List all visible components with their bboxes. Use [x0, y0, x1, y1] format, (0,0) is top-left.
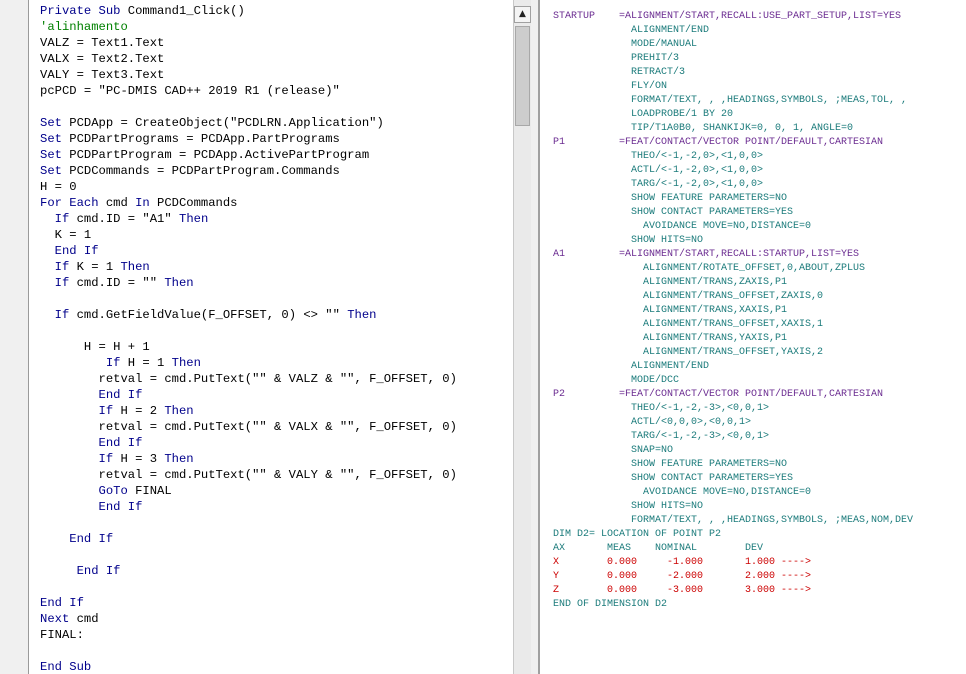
editor-margin	[0, 0, 29, 674]
code-line[interactable]	[40, 99, 457, 115]
pcdmis-line: DIM D2= LOCATION OF POINT P2	[553, 529, 722, 540]
pcdmis-line: MODE/DCC	[553, 375, 680, 386]
code-line[interactable]: VALX = Text2.Text	[40, 51, 457, 67]
code-line[interactable]: End If	[40, 499, 457, 515]
code-line[interactable]: Set PCDPartPrograms = PCDApp.PartProgram…	[40, 131, 457, 147]
code-line[interactable]: If cmd.ID = "" Then	[40, 275, 457, 291]
code-line[interactable]: If K = 1 Then	[40, 259, 457, 275]
code-line[interactable]: Set PCDCommands = PCDPartProgram.Command…	[40, 163, 457, 179]
pcdmis-line: STARTUP =ALIGNMENT/START,RECALL:USE_PART…	[553, 11, 902, 22]
scroll-up-arrow-icon[interactable]: ▲	[514, 6, 531, 23]
code-line[interactable]: FINAL:	[40, 627, 457, 643]
pcdmis-line: PREHIT/3	[553, 53, 680, 64]
pcdmis-line: ALIGNMENT/TRANS_OFFSET,YAXIS,2	[553, 347, 824, 358]
pcdmis-line: TARG/<-1,-2,-3>,<0,0,1>	[553, 431, 770, 442]
code-line[interactable]: End If	[40, 435, 457, 451]
code-line[interactable]: Set PCDPartProgram = PCDApp.ActivePartPr…	[40, 147, 457, 163]
code-line[interactable]: VALY = Text3.Text	[40, 67, 457, 83]
pcdmis-line: END OF DIMENSION D2	[553, 599, 668, 610]
code-area[interactable]: Private Sub Command1_Click()'alinhamento…	[40, 3, 457, 674]
code-line[interactable]: K = 1	[40, 227, 457, 243]
code-line[interactable]	[40, 547, 457, 563]
pcdmis-line: FLY/ON	[553, 81, 668, 92]
code-line[interactable]: retval = cmd.PutText("" & VALX & "", F_O…	[40, 419, 457, 435]
code-line[interactable]: H = H + 1	[40, 339, 457, 355]
code-line[interactable]: For Each cmd In PCDCommands	[40, 195, 457, 211]
pcdmis-line: AVOIDANCE MOVE=NO,DISTANCE=0	[553, 221, 812, 232]
code-line[interactable]: GoTo FINAL	[40, 483, 457, 499]
pcdmis-line: THEO/<-1,-2,-3>,<0,0,1>	[553, 403, 770, 414]
pcdmis-line: ALIGNMENT/TRANS,ZAXIS,P1	[553, 277, 788, 288]
pcdmis-line: ALIGNMENT/END	[553, 361, 710, 372]
code-line[interactable]: End If	[40, 243, 457, 259]
code-line[interactable]: End If	[40, 387, 457, 403]
code-line[interactable]: If cmd.ID = "A1" Then	[40, 211, 457, 227]
vertical-scrollbar[interactable]: ▲	[513, 0, 531, 674]
code-line[interactable]: Private Sub Command1_Click()	[40, 3, 457, 19]
pcdmis-line: TIP/T1A0B0, SHANKIJK=0, 0, 1, ANGLE=0	[553, 123, 854, 134]
code-line[interactable]: If cmd.GetFieldValue(F_OFFSET, 0) <> "" …	[40, 307, 457, 323]
pcdmis-line: SHOW HITS=NO	[553, 235, 704, 246]
pcdmis-line: A1 =ALIGNMENT/START,RECALL:STARTUP,LIST=…	[553, 249, 860, 260]
pcdmis-line: AX MEAS NOMINAL DEV	[553, 543, 764, 554]
vb-code-editor[interactable]: Private Sub Command1_Click()'alinhamento…	[0, 0, 513, 674]
pcdmis-line: P2 =FEAT/CONTACT/VECTOR POINT/DEFAULT,CA…	[553, 389, 884, 400]
pcdmis-line: MODE/MANUAL	[553, 39, 698, 50]
pcdmis-line: SNAP=NO	[553, 445, 674, 456]
code-line[interactable]	[40, 323, 457, 339]
pane-splitter[interactable]	[531, 0, 540, 674]
pcdmis-line: Z 0.000 -3.000 3.000 ---->	[553, 585, 812, 596]
code-line[interactable]	[40, 579, 457, 595]
code-line[interactable]: If H = 2 Then	[40, 403, 457, 419]
pcdmis-line: ALIGNMENT/TRANS_OFFSET,XAXIS,1	[553, 319, 824, 330]
pcdmis-line: AVOIDANCE MOVE=NO,DISTANCE=0	[553, 487, 812, 498]
pcdmis-line: P1 =FEAT/CONTACT/VECTOR POINT/DEFAULT,CA…	[553, 137, 884, 148]
code-line[interactable]: pcPCD = "PC-DMIS CAD++ 2019 R1 (release)…	[40, 83, 457, 99]
pcdmis-line: ALIGNMENT/ROTATE_OFFSET,0,ABOUT,ZPLUS	[553, 263, 866, 274]
code-line[interactable]: If H = 3 Then	[40, 451, 457, 467]
code-line[interactable]	[40, 643, 457, 659]
pcdmis-line: FORMAT/TEXT, , ,HEADINGS,SYMBOLS, ;MEAS,…	[553, 95, 908, 106]
pcdmis-line: LOADPROBE/1 BY 20	[553, 109, 734, 120]
code-line[interactable]: retval = cmd.PutText("" & VALY & "", F_O…	[40, 467, 457, 483]
pcdmis-line: RETRACT/3	[553, 67, 686, 78]
code-line[interactable]	[40, 515, 457, 531]
pcdmis-line: SHOW CONTACT PARAMETERS=YES	[553, 207, 794, 218]
pcdmis-line: FORMAT/TEXT, , ,HEADINGS,SYMBOLS, ;MEAS,…	[553, 515, 914, 526]
pcdmis-line: SHOW FEATURE PARAMETERS=NO	[553, 193, 788, 204]
pcdmis-line: SHOW HITS=NO	[553, 501, 704, 512]
code-line[interactable]: End If	[40, 531, 457, 547]
code-line[interactable]: If H = 1 Then	[40, 355, 457, 371]
pcdmis-line: ACTL/<-1,-2,0>,<1,0,0>	[553, 165, 764, 176]
pcdmis-line: ALIGNMENT/TRANS_OFFSET,ZAXIS,0	[553, 291, 824, 302]
code-line[interactable]: End If	[40, 595, 457, 611]
pcdmis-line: SHOW CONTACT PARAMETERS=YES	[553, 473, 794, 484]
code-line[interactable]: VALZ = Text1.Text	[40, 35, 457, 51]
pcdmis-line: ACTL/<0,0,0>,<0,0,1>	[553, 417, 752, 428]
pcdmis-line: X 0.000 -1.000 1.000 ---->	[553, 557, 812, 568]
pcdmis-line: TARG/<-1,-2,0>,<1,0,0>	[553, 179, 764, 190]
pcdmis-line: Y 0.000 -2.000 2.000 ---->	[553, 571, 812, 582]
code-line[interactable]: H = 0	[40, 179, 457, 195]
code-line[interactable]: 'alinhamento	[40, 19, 457, 35]
code-line[interactable]: Set PCDApp = CreateObject("PCDLRN.Applic…	[40, 115, 457, 131]
pcdmis-line: THEO/<-1,-2,0>,<1,0,0>	[553, 151, 764, 162]
code-line[interactable]: retval = cmd.PutText("" & VALZ & "", F_O…	[40, 371, 457, 387]
code-line[interactable]	[40, 291, 457, 307]
pcdmis-line: SHOW FEATURE PARAMETERS=NO	[553, 459, 788, 470]
pcdmis-command-text: STARTUP =ALIGNMENT/START,RECALL:USE_PART…	[553, 10, 913, 612]
code-line[interactable]: Next cmd	[40, 611, 457, 627]
scroll-thumb[interactable]	[515, 26, 530, 126]
pcdmis-line: ALIGNMENT/TRANS,XAXIS,P1	[553, 305, 788, 316]
code-line[interactable]: End If	[40, 563, 457, 579]
code-line[interactable]: End Sub	[40, 659, 457, 674]
pcdmis-edit-window[interactable]: STARTUP =ALIGNMENT/START,RECALL:USE_PART…	[540, 0, 966, 674]
pcdmis-line: ALIGNMENT/END	[553, 25, 710, 36]
pcdmis-line: ALIGNMENT/TRANS,YAXIS,P1	[553, 333, 788, 344]
